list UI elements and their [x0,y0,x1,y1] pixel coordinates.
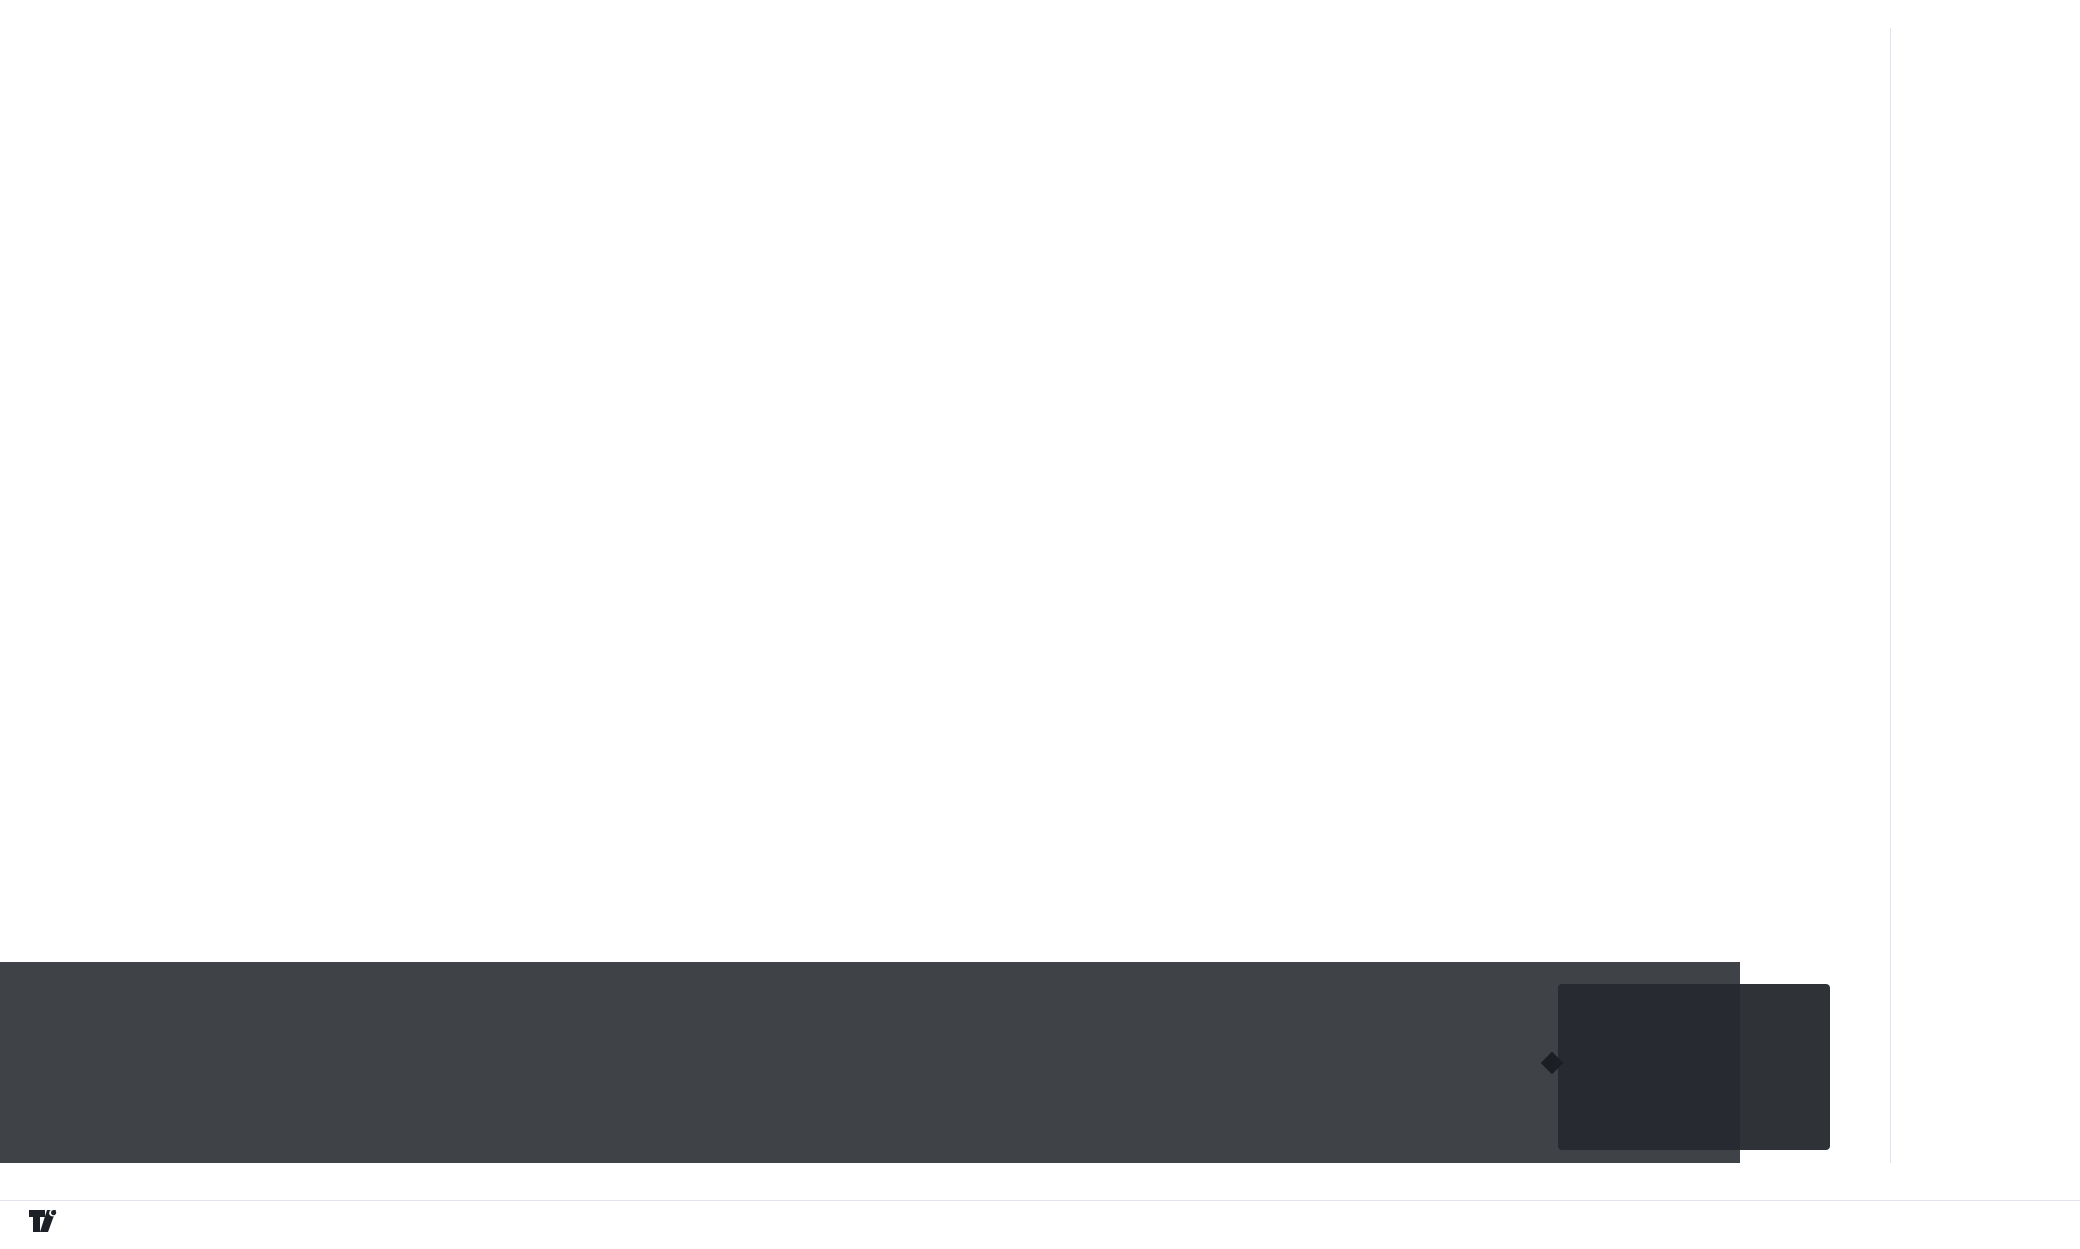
tradingview-footer [28,1208,68,1234]
price-scale[interactable] [1890,28,2080,1163]
correlation-status-tooltip [1558,984,1830,1150]
correlation-panel-background [0,962,1740,1163]
symbol-legend[interactable] [14,36,54,52]
tradingview-logo-icon [29,1209,57,1232]
tradingview-published-chart [0,0,2080,1249]
time-axis[interactable] [0,1163,2080,1201]
